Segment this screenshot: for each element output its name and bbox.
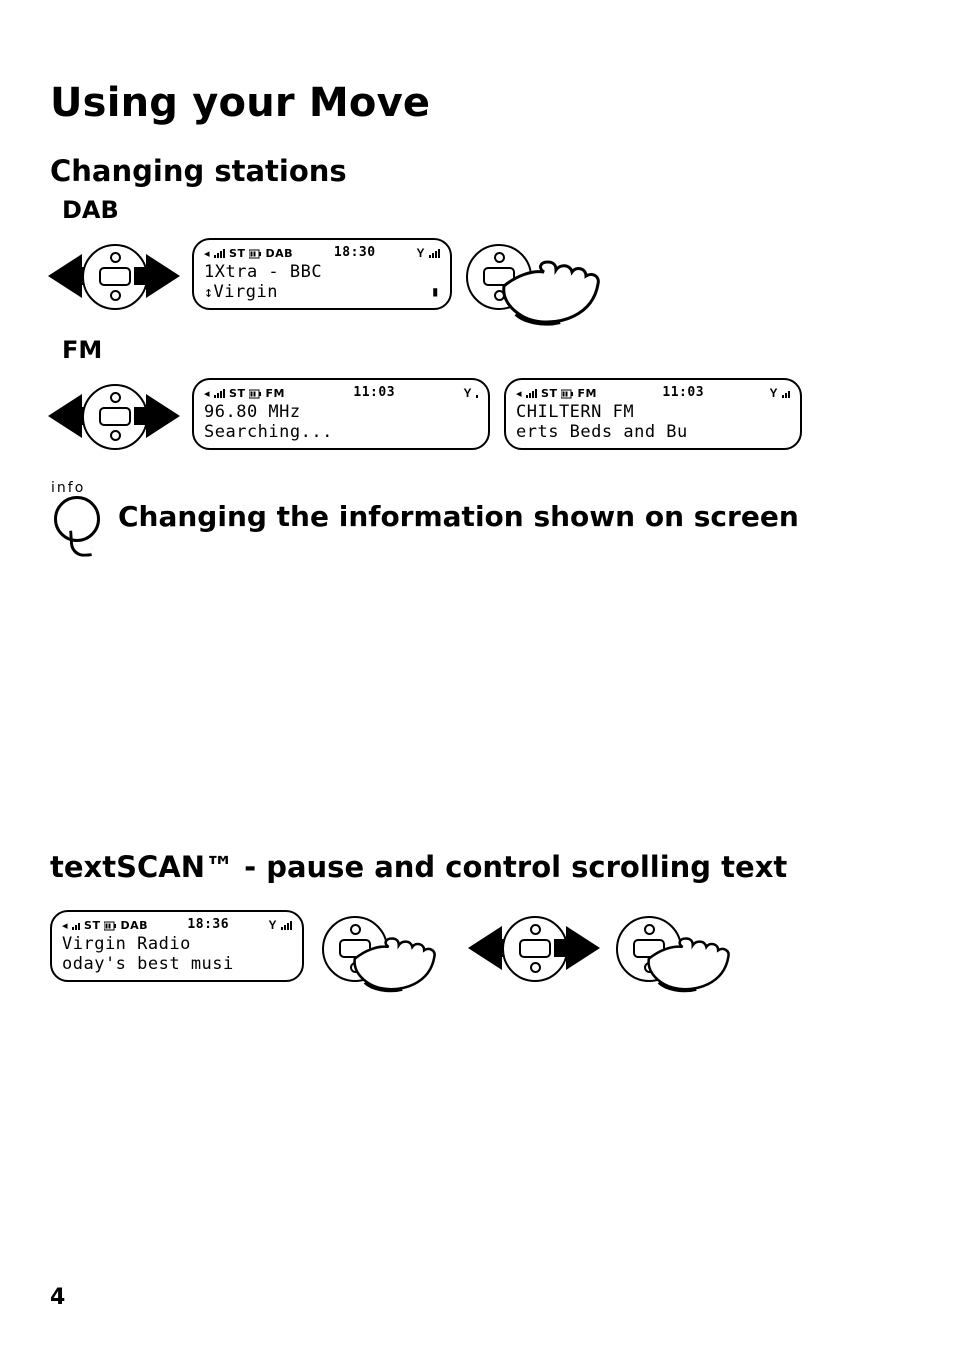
- antenna-icon: [268, 919, 277, 931]
- textscan-row: ◂ ST DAB 18:36 Virgin Radio oday's best …: [50, 902, 904, 990]
- lcd-time: 11:03: [662, 386, 704, 400]
- stereo-icon: ST: [84, 919, 100, 932]
- section-changing-stations: Changing stations: [50, 154, 904, 188]
- lcd-time: 18:36: [187, 918, 229, 932]
- signal-bars-icon: [782, 389, 790, 398]
- mode-indicator: FM: [265, 387, 284, 400]
- antenna-icon: [769, 387, 778, 399]
- battery-icon: [561, 387, 573, 400]
- signal-bars-icon: [281, 921, 292, 930]
- page-number: 4: [50, 1285, 65, 1310]
- section-info-heading: Changing the information shown on screen: [118, 500, 799, 533]
- battery-icon: [249, 387, 261, 400]
- tuning-icon: ◂: [62, 920, 68, 931]
- joystick-left-right-icon: [470, 902, 598, 990]
- battery-icon: [249, 247, 261, 260]
- lcd-screen-fm-found: ◂ ST FM 11:03 CHILTERN FM erts Beds and …: [504, 378, 802, 450]
- mode-label-dab: DAB: [62, 196, 904, 224]
- antenna-icon: [463, 387, 472, 399]
- info-heading-row: info Changing the information shown on s…: [50, 482, 904, 550]
- lcd-time: 18:30: [334, 246, 376, 260]
- mode-label-fm: FM: [62, 336, 904, 364]
- signal-bars-icon: [72, 921, 80, 930]
- lcd-screen-textscan: ◂ ST DAB 18:36 Virgin Radio oday's best …: [50, 910, 304, 982]
- lcd-line2: erts Beds and Bu: [516, 422, 790, 442]
- lcd-screen-dab: ◂ ST DAB 18:30 1Xtra - BBC ↕Virgin▮: [192, 238, 452, 310]
- tuning-icon: ◂: [204, 388, 210, 399]
- signal-bars-icon: [429, 249, 440, 258]
- info-loop-icon: info: [50, 482, 102, 550]
- stereo-icon: ST: [229, 247, 245, 260]
- section-textscan: textSCAN™ - pause and control scrolling …: [50, 850, 904, 884]
- signal-bars-icon: [526, 389, 537, 398]
- joystick-press-icon: [616, 902, 746, 990]
- joystick-press-icon: [322, 902, 452, 990]
- lcd-screen-fm-searching: ◂ ST FM 11:03 96.80 MHz Searching...: [192, 378, 490, 450]
- stereo-icon: ST: [229, 387, 245, 400]
- lcd-time: 11:03: [353, 386, 395, 400]
- dab-row: ◂ ST DAB 18:30 1Xtra - BBC ↕Virgin▮: [50, 230, 904, 318]
- joystick-left-right-icon: [50, 370, 178, 458]
- lcd-line1: CHILTERN FM: [516, 402, 790, 422]
- battery-icon: [104, 919, 116, 932]
- signal-bars-icon: [214, 389, 225, 398]
- signal-bars-icon: [214, 249, 225, 258]
- stereo-icon: ST: [541, 387, 557, 400]
- mode-indicator: DAB: [265, 247, 293, 260]
- mode-indicator: FM: [577, 387, 596, 400]
- lcd-line2: oday's best musi: [62, 954, 292, 974]
- lcd-line1: 96.80 MHz: [204, 402, 478, 422]
- lcd-line1: 1Xtra - BBC: [204, 262, 440, 282]
- joystick-left-right-icon: [50, 230, 178, 318]
- tuning-icon: ◂: [204, 248, 210, 259]
- joystick-press-icon: [466, 230, 616, 318]
- page-title: Using your Move: [50, 80, 904, 126]
- fm-row: ◂ ST FM 11:03 96.80 MHz Searching...: [50, 370, 904, 458]
- lcd-line2: Searching...: [204, 422, 478, 442]
- lcd-line2: ↕Virgin▮: [204, 282, 440, 302]
- lcd-line1: Virgin Radio: [62, 934, 292, 954]
- mode-indicator: DAB: [120, 919, 148, 932]
- tuning-icon: ◂: [516, 388, 522, 399]
- signal-bars-icon: [476, 389, 478, 398]
- antenna-icon: [416, 247, 425, 259]
